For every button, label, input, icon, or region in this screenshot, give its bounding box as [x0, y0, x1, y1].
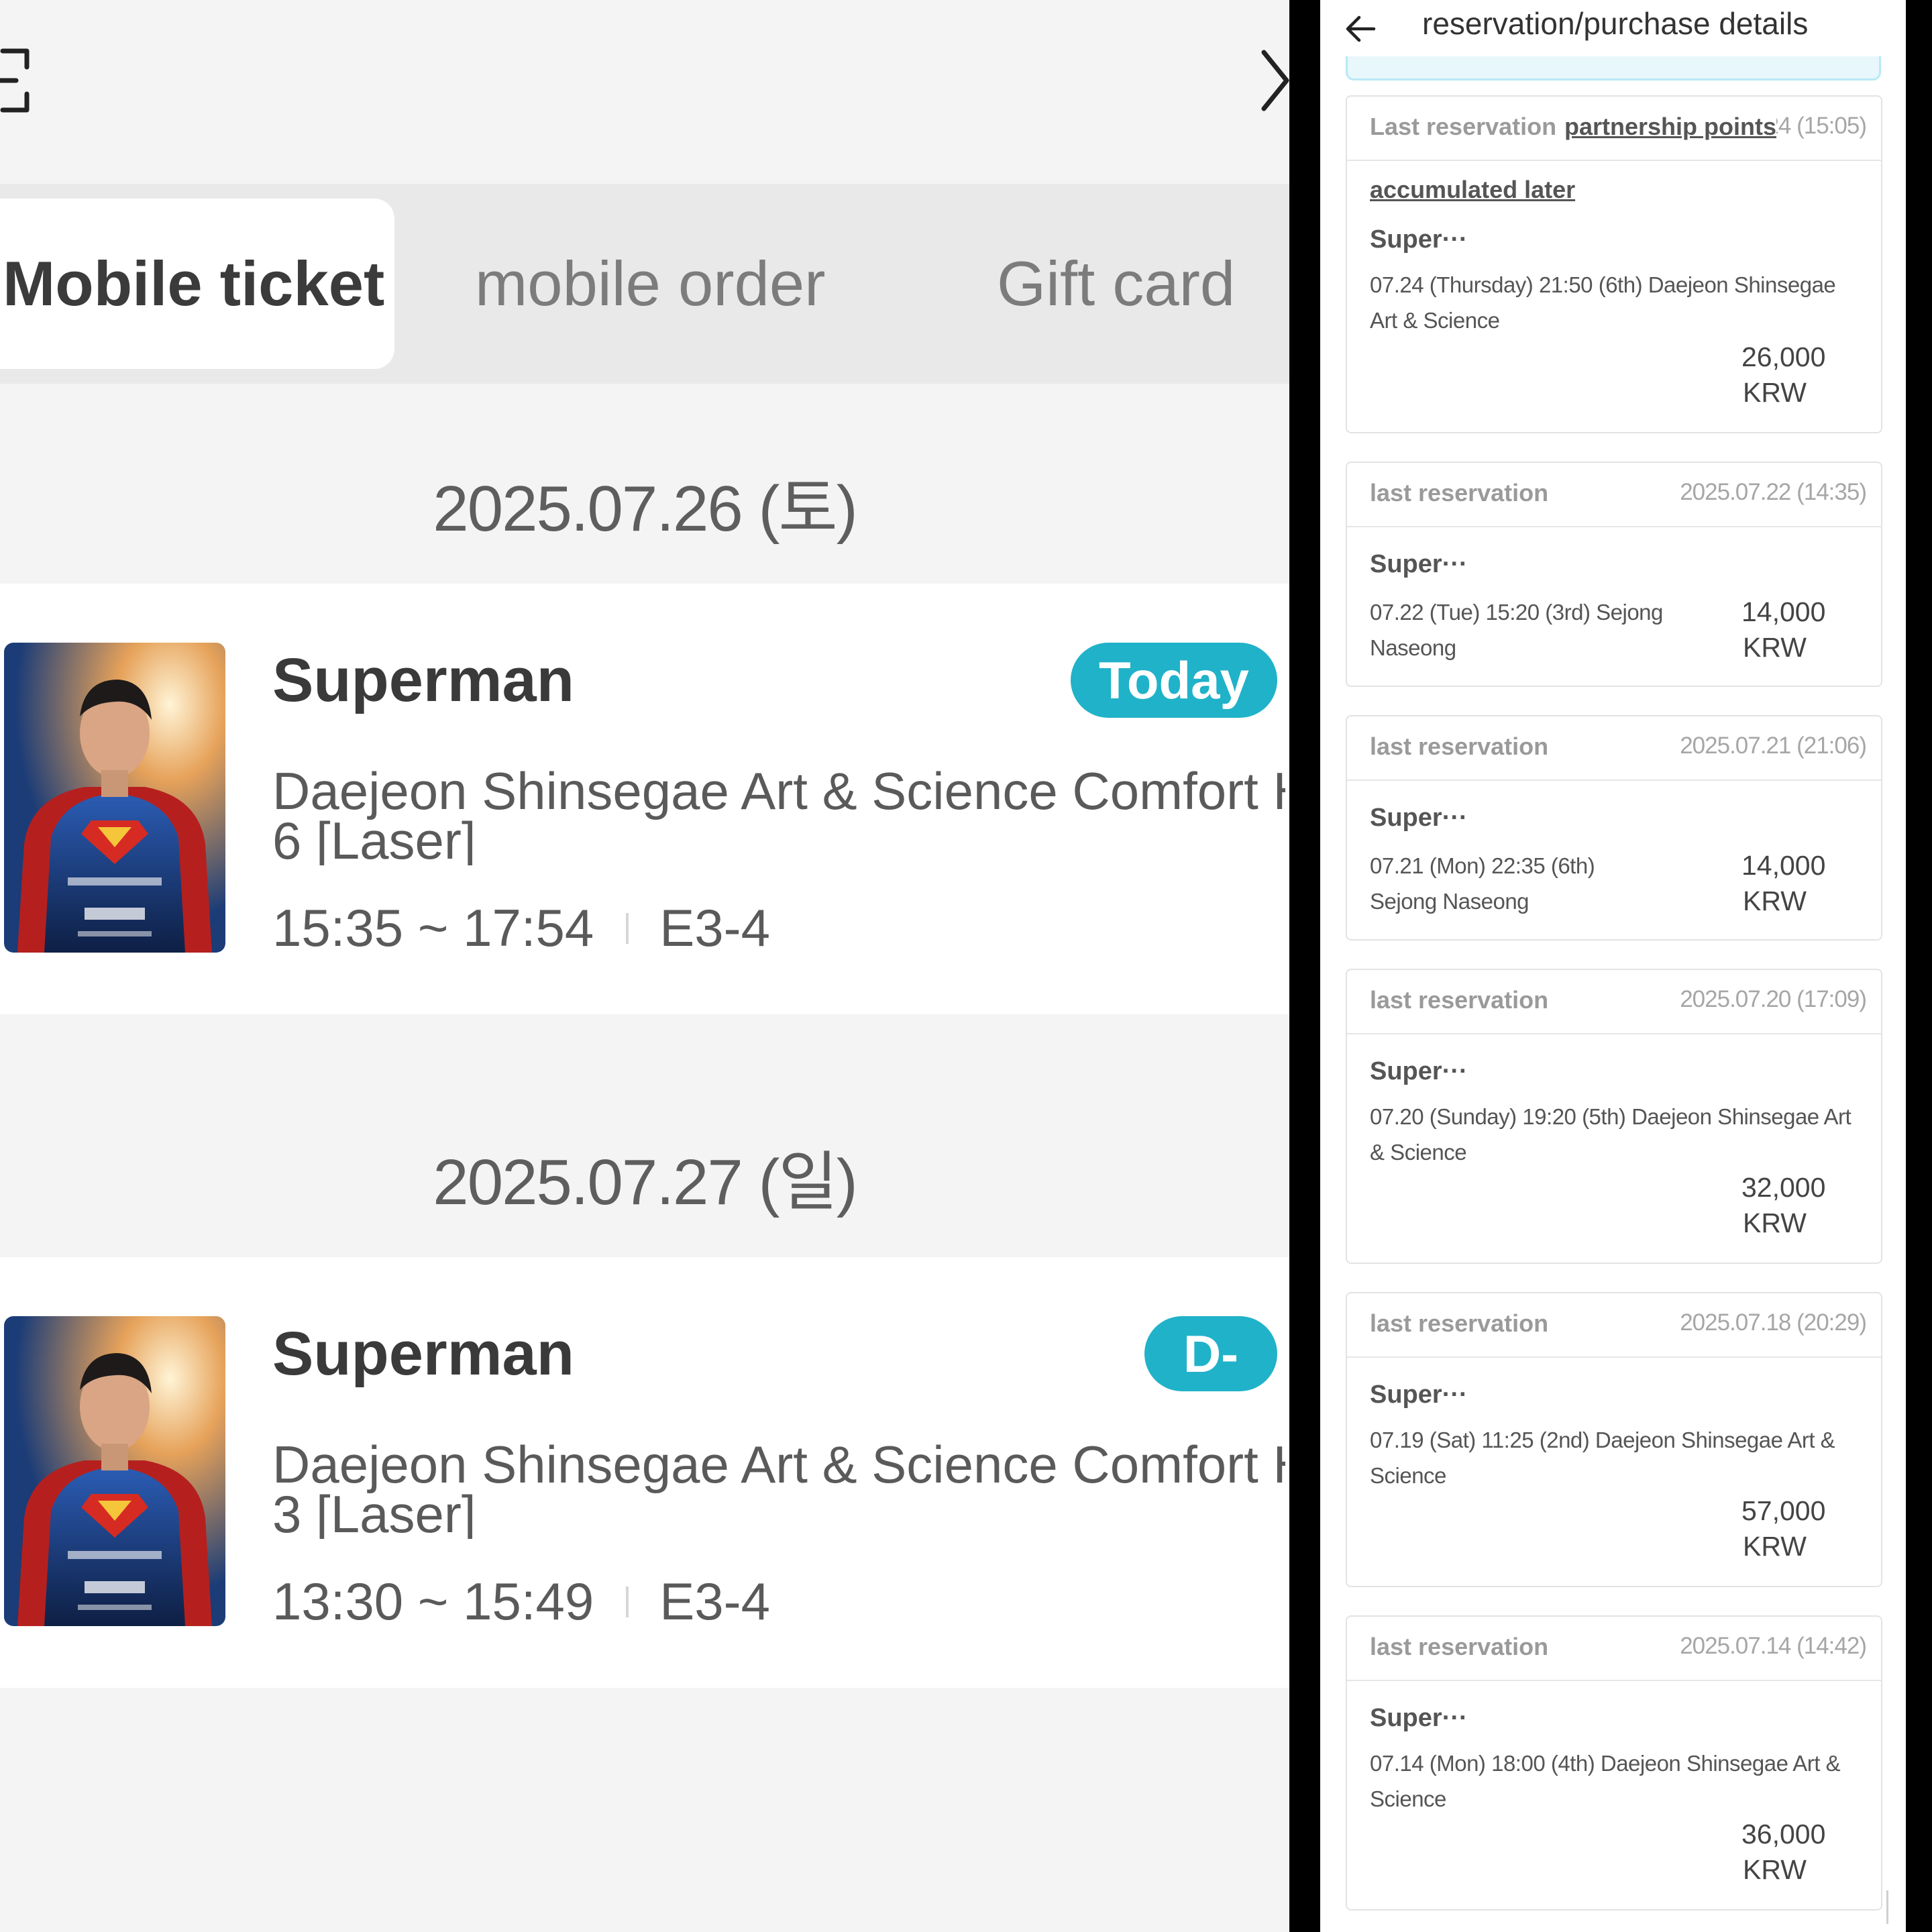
reservation-card[interactable]: last reservation 2025.07.22 (14:35) Supe… [1346, 462, 1882, 687]
seat: E3-4 [659, 898, 771, 957]
movie-title: Super··· [1370, 804, 1468, 832]
venue-line2: 6 [Laser] [272, 811, 476, 865]
reservation-card[interactable]: Last reservation 2025.07.24 (15:05) part… [1346, 95, 1882, 433]
price: 14,000 KRW [1741, 848, 1825, 919]
ticket-card[interactable]: Superman Today Daejeon Shinsegae Art & S… [0, 584, 1289, 1014]
card-label: last reservation [1370, 733, 1549, 760]
accumulated-later-link[interactable]: accumulated later [1370, 176, 1575, 204]
price-currency: KRW [1743, 1854, 1807, 1885]
reservation-detail: 07.21 (Mon) 22:35 (6th) Sejong Naseong [1370, 853, 1595, 914]
scan-icon[interactable] [0, 47, 35, 114]
seat: E3-4 [659, 1572, 771, 1631]
header: reservation/purchase details [1320, 0, 1906, 54]
movie-title: Superman [272, 1320, 574, 1388]
card-label: last reservation [1370, 1633, 1549, 1660]
arrow-left-icon[interactable] [1344, 15, 1377, 43]
movie-title: Super··· [1370, 225, 1468, 254]
card-header: last reservation 2025.07.21 (21:06) [1347, 716, 1881, 781]
card-date: 2025.07.18 (20:29) [1680, 1309, 1867, 1336]
card-date: 2025.07.14 (14:42) [1680, 1633, 1867, 1659]
reservation-card[interactable]: last reservation 2025.07.18 (20:29) Supe… [1346, 1292, 1882, 1587]
ticket-card[interactable]: Superman D- Daejeon Shinsegae Art & Scie… [0, 1257, 1289, 1688]
card-date: 2025.07.22 (14:35) [1680, 479, 1867, 505]
price-amount: 36,000 [1741, 1819, 1826, 1849]
movie-poster [4, 643, 225, 953]
reservation-detail: 07.20 (Sunday) 19:20 (5th) Daejeon Shins… [1370, 1104, 1851, 1165]
showtime-row: 13:30 ~ 15:49 E3-4 [272, 1571, 770, 1632]
tab-mobile-order[interactable]: mobile order [475, 199, 825, 369]
card-header: last reservation 2025.07.20 (17:09) [1347, 970, 1881, 1034]
price: 57,000 KRW [1741, 1493, 1825, 1564]
date-header: 2025.07.26 (토) [433, 473, 857, 545]
venue-line2: 3 [Laser] [272, 1485, 476, 1539]
mobile-ticket-screen: Mobile ticket mobile order Gift card 202… [0, 0, 1289, 1932]
card-header: last reservation 2025.07.22 (14:35) [1347, 463, 1881, 527]
d-day-badge: D- [1144, 1316, 1277, 1391]
panel-divider [1289, 0, 1320, 1932]
scrollbar[interactable] [1886, 1890, 1888, 1924]
price-amount: 14,000 [1741, 596, 1826, 627]
card-label: last reservation [1370, 1309, 1549, 1337]
price-amount: 32,000 [1741, 1172, 1826, 1203]
card-label: Last reservation [1370, 113, 1557, 140]
movie-title: Superman [272, 646, 574, 714]
price: 32,000 KRW [1741, 1170, 1825, 1241]
venue-line1: Daejeon Shinsegae Art & Science Comfort … [272, 766, 1285, 820]
price-amount: 14,000 [1741, 850, 1826, 881]
partnership-points-link[interactable]: partnership points [1564, 113, 1777, 141]
showtime: 15:35 ~ 17:54 [272, 898, 594, 957]
venue-line1: Daejeon Shinsegae Art & Science Comfort … [272, 1440, 1285, 1494]
separator [626, 1586, 629, 1617]
reservation-card[interactable]: last reservation 2025.07.20 (17:09) Supe… [1346, 969, 1882, 1264]
movie-title: Super··· [1370, 1704, 1468, 1732]
reservation-detail: 07.24 (Thursday) 21:50 (6th) Daejeon Shi… [1370, 272, 1836, 333]
showtime-row: 15:35 ~ 17:54 E3-4 [272, 898, 770, 959]
tab-bar: Mobile ticket mobile order Gift card [0, 184, 1289, 384]
price-currency: KRW [1743, 1208, 1807, 1238]
card-header: last reservation 2025.07.14 (14:42) [1347, 1617, 1881, 1681]
card-header: Last reservation 2025.07.24 (15:05) part… [1347, 97, 1881, 161]
venue: Daejeon Shinsegae Art & Science Comfort … [272, 766, 1285, 865]
price: 36,000 KRW [1741, 1817, 1825, 1888]
reservation-detail: 07.19 (Sat) 11:25 (2nd) Daejeon Shinsega… [1370, 1428, 1835, 1488]
venue: Daejeon Shinsegae Art & Science Comfort … [272, 1440, 1285, 1539]
price-currency: KRW [1743, 377, 1807, 408]
card-header: last reservation 2025.07.18 (20:29) [1347, 1293, 1881, 1358]
price-amount: 57,000 [1741, 1495, 1826, 1526]
price: 14,000 KRW [1741, 594, 1825, 665]
movie-poster [4, 1316, 225, 1626]
date-header: 2025.07.27 (일) [433, 1146, 857, 1218]
reservation-card[interactable]: last reservation 2025.07.14 (14:42) Supe… [1346, 1615, 1882, 1911]
tab-mobile-ticket[interactable]: Mobile ticket [0, 199, 394, 369]
tab-gift-card[interactable]: Gift card [997, 199, 1235, 369]
showtime: 13:30 ~ 15:49 [272, 1572, 594, 1631]
price-currency: KRW [1743, 1531, 1807, 1562]
reservation-detail: 07.14 (Mon) 18:00 (4th) Daejeon Shinsega… [1370, 1751, 1841, 1811]
top-bar [0, 0, 1289, 184]
reservation-card[interactable]: last reservation 2025.07.21 (21:06) Supe… [1346, 715, 1882, 941]
card-date: 2025.07.21 (21:06) [1680, 733, 1867, 759]
card-label: last reservation [1370, 479, 1549, 506]
movie-title: Super··· [1370, 550, 1468, 578]
price-amount: 26,000 [1741, 341, 1826, 372]
today-badge: Today [1071, 643, 1277, 718]
price-currency: KRW [1743, 885, 1807, 916]
reservation-details-screen: reservation/purchase details Last reserv… [1320, 0, 1906, 1932]
chevron-right-icon[interactable] [1260, 48, 1289, 113]
card-label: last reservation [1370, 986, 1549, 1014]
info-banner [1346, 56, 1881, 80]
reservation-detail: 07.22 (Tue) 15:20 (3rd) Sejong Naseong [1370, 600, 1663, 660]
right-edge [1906, 0, 1932, 1932]
card-date: 2025.07.20 (17:09) [1680, 986, 1867, 1012]
page-title: reservation/purchase details [1422, 6, 1809, 41]
price: 26,000 KRW [1741, 339, 1825, 411]
separator [626, 912, 629, 944]
price-currency: KRW [1743, 632, 1807, 663]
movie-title: Super··· [1370, 1057, 1468, 1085]
movie-title: Super··· [1370, 1381, 1468, 1409]
